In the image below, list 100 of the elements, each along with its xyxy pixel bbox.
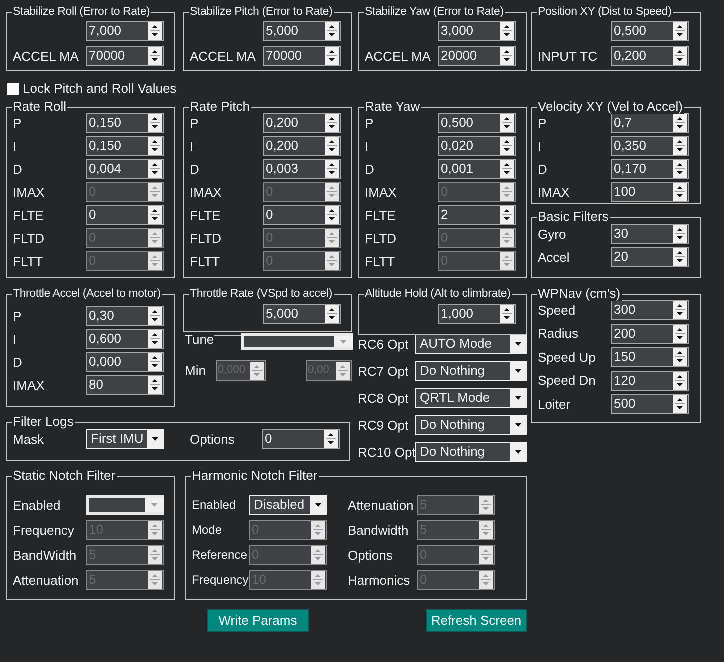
- caret-icon: [514, 423, 522, 427]
- group-title: Harmonic Notch Filter: [191, 469, 319, 483]
- spin-arrows-icon: [147, 376, 163, 394]
- spin-arrows-icon: [147, 47, 163, 65]
- caret-icon: [314, 503, 322, 507]
- field-label: RC6 Opt: [358, 336, 410, 352]
- number-field[interactable]: 500: [611, 394, 689, 414]
- checkbox[interactable]: [7, 82, 19, 94]
- number-field[interactable]: 0: [263, 205, 341, 225]
- spin-arrows-icon: [499, 229, 515, 247]
- field-label: Accel: [538, 250, 571, 264]
- field-label: FLTE: [13, 208, 45, 222]
- checkbox-label: Lock Pitch and Roll Values: [23, 81, 177, 96]
- field-label: Gyro: [538, 226, 568, 242]
- number-field[interactable]: 0,350: [611, 136, 689, 156]
- number-field[interactable]: 0,600: [86, 329, 164, 349]
- field-label: RC10 Opt: [358, 444, 415, 460]
- spin-arrows-icon: [324, 114, 340, 132]
- number-field[interactable]: 0,30: [86, 306, 164, 326]
- spin-arrows-icon: [499, 305, 515, 323]
- group-title: Static Notch Filter: [12, 469, 117, 483]
- number-field[interactable]: 0,170: [611, 159, 689, 179]
- spin-arrows-icon: [147, 307, 163, 325]
- number-field[interactable]: 0,003: [263, 159, 341, 179]
- number-field[interactable]: 0,7: [611, 113, 689, 133]
- dropdown[interactable]: Disabled: [249, 495, 327, 515]
- spin-arrows-icon: [335, 362, 351, 380]
- spin-arrows-icon: [478, 496, 494, 514]
- number-field[interactable]: 1,000: [438, 304, 516, 324]
- field-label: D: [190, 162, 200, 176]
- field-label: ACCEL MA: [365, 48, 432, 64]
- number-field[interactable]: 7,000: [86, 21, 164, 41]
- field-label: IMAX: [190, 184, 223, 200]
- spin-arrows-icon: [147, 22, 163, 40]
- dropdown[interactable]: Do Nothing: [415, 415, 527, 435]
- number-field[interactable]: 20000: [438, 46, 516, 66]
- spin-arrows-icon: [499, 206, 515, 224]
- number-field[interactable]: 0,150: [86, 136, 164, 156]
- field-label: Min: [185, 363, 207, 378]
- number-field[interactable]: 0,001: [438, 159, 516, 179]
- number-field[interactable]: 70000: [86, 46, 164, 66]
- field-label: Speed Dn: [538, 373, 597, 388]
- number-field[interactable]: 0,500: [611, 21, 689, 41]
- action-button[interactable]: Write Params: [207, 609, 309, 632]
- field-label: FLTT: [190, 254, 222, 268]
- field-label: Harmonics: [348, 572, 412, 588]
- number-field[interactable]: 100: [611, 182, 689, 202]
- dropdown[interactable]: QRTL Mode: [415, 388, 527, 408]
- spin-arrows-icon: [499, 252, 515, 270]
- number-field[interactable]: 5,000: [263, 21, 341, 41]
- field-label: Options: [348, 548, 394, 562]
- number-field[interactable]: 0,000: [86, 352, 164, 372]
- number-field[interactable]: 3,000: [438, 21, 516, 41]
- spin-arrows-icon: [478, 546, 494, 564]
- spin-arrows-icon: [672, 301, 688, 319]
- number-field[interactable]: 2: [438, 205, 516, 225]
- number-field[interactable]: 70000: [263, 46, 341, 66]
- action-button[interactable]: Refresh Screen: [426, 609, 527, 632]
- field-label: IMAX: [538, 184, 571, 200]
- number-field[interactable]: 0,150: [86, 113, 164, 133]
- field-label: Tune: [185, 333, 214, 349]
- caret-icon: [152, 437, 158, 441]
- spin-arrows-icon: [147, 353, 163, 371]
- spin-arrows-icon: [324, 206, 340, 224]
- number-field[interactable]: 0: [262, 429, 340, 449]
- dropdown[interactable]: Do Nothing: [415, 361, 527, 381]
- group-title: WPNav (cm's): [537, 287, 622, 301]
- spin-arrows-icon: [324, 252, 340, 270]
- field-label: Enabled: [192, 498, 238, 512]
- number-field[interactable]: 0,200: [263, 136, 341, 156]
- number-field[interactable]: 300: [611, 300, 689, 320]
- number-field[interactable]: 80: [86, 375, 164, 395]
- field-label: ACCEL MA: [190, 48, 257, 64]
- number-field[interactable]: 0,004: [86, 159, 164, 179]
- number-field[interactable]: 150: [611, 347, 689, 367]
- group-title: Altitude Hold (Alt to climbrate): [364, 287, 512, 301]
- number-field[interactable]: 0,020: [438, 136, 516, 156]
- number-field[interactable]: 20: [611, 247, 689, 267]
- spin-arrows-icon: [147, 571, 163, 589]
- field-label: FLTT: [365, 254, 396, 268]
- number-field[interactable]: 5,000: [263, 304, 341, 324]
- field-label: I: [365, 138, 370, 154]
- number-field[interactable]: 0,200: [263, 113, 341, 133]
- number-field[interactable]: 200: [611, 324, 689, 344]
- number-field[interactable]: 0,500: [438, 113, 516, 133]
- field-label: I: [13, 332, 18, 346]
- number-field[interactable]: 120: [611, 370, 689, 390]
- field-label: Bandwidth: [348, 522, 410, 538]
- field-label: Options: [190, 432, 236, 446]
- dropdown[interactable]: Do Nothing: [415, 442, 527, 462]
- dropdown[interactable]: First IMU: [86, 429, 164, 449]
- field-label: INPUT TC: [538, 48, 598, 64]
- spin-arrows-icon: [147, 229, 163, 247]
- number-field[interactable]: 30: [611, 224, 689, 244]
- number-field[interactable]: 0,200: [611, 46, 689, 66]
- dropdown[interactable]: AUTO Mode: [415, 334, 527, 354]
- field-label: P: [13, 116, 23, 130]
- number-field[interactable]: 0: [86, 205, 164, 225]
- spin-arrows-icon: [672, 348, 688, 366]
- spin-arrows-icon: [672, 22, 688, 40]
